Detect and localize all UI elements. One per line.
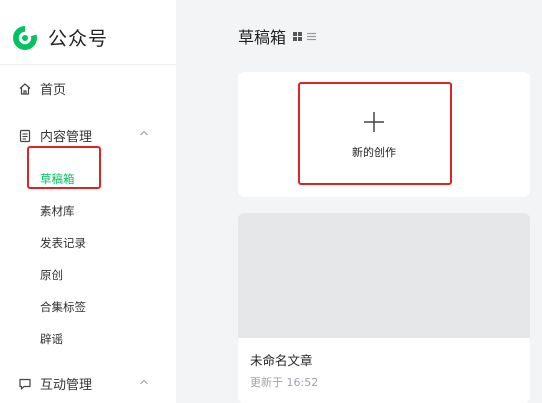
- draft-thumbnail: [238, 213, 530, 338]
- draft-updated-time: 更新于 16:52: [250, 376, 319, 389]
- chevron-up-icon[interactable]: [138, 376, 150, 388]
- logo[interactable]: 公众号: [12, 24, 108, 51]
- nav-home-label: 首页: [40, 83, 67, 98]
- nav-home[interactable]: 首页: [18, 79, 66, 98]
- chevron-up-icon[interactable]: [138, 127, 150, 139]
- highlight-box-drafts: [27, 146, 101, 189]
- nav-interaction-label: 互动管理: [40, 378, 93, 393]
- message-icon: [19, 378, 31, 390]
- list-view-icon[interactable]: [306, 31, 317, 42]
- nav-interaction-management[interactable]: 互动管理: [18, 374, 92, 393]
- nav-content-management[interactable]: 内容管理: [18, 126, 92, 145]
- draft-card[interactable]: 未命名文章 更新于 16:52: [238, 213, 530, 403]
- app-name: 公众号: [48, 28, 109, 50]
- view-toggle: [292, 31, 317, 42]
- document-icon: [19, 129, 31, 142]
- draft-title: 未命名文章: [250, 353, 313, 368]
- highlight-box-new-creation: [298, 82, 452, 185]
- sidebar-item-original[interactable]: 原创: [40, 267, 63, 283]
- sidebar-item-materials[interactable]: 素材库: [40, 203, 75, 219]
- sidebar-item-rumor-refute[interactable]: 辟谣: [40, 331, 63, 347]
- page-title: 草稿箱: [238, 24, 317, 48]
- sidebar-item-publish-records[interactable]: 发表记录: [40, 235, 86, 251]
- divider: [0, 64, 176, 65]
- nav-content-label: 内容管理: [40, 130, 93, 145]
- sidebar: 公众号 首页 内容管理 草稿箱 素材库 发表记录 原创 合集标签 辟谣 互动管理: [0, 0, 176, 403]
- sidebar-item-collection-tags[interactable]: 合集标签: [40, 299, 86, 315]
- home-icon: [19, 82, 31, 95]
- grid-view-icon[interactable]: [292, 31, 303, 42]
- wechat-official-logo-icon: [13, 25, 37, 50]
- page-title-text: 草稿箱: [238, 28, 287, 47]
